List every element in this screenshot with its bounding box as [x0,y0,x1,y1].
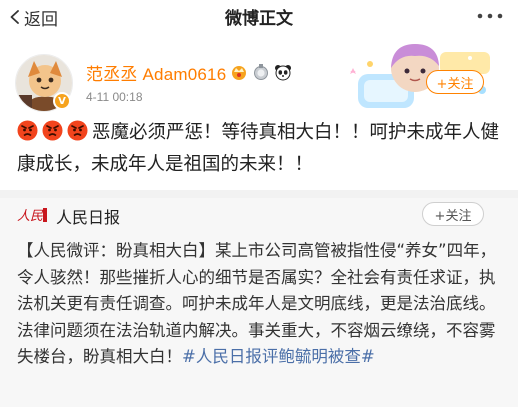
medal-badge-icon [254,64,269,80]
crown-badge-icon [232,66,247,80]
section-divider [0,190,518,198]
author-name[interactable]: 范丞丞 Adam0616 [86,60,226,85]
post-time: 4-11 00:18 [86,90,143,104]
angry-face-emoji-icon [67,120,88,141]
post-content: 恶魔必须严惩！等待真相大白！！呵护未成年人健康成长，未成年人是祖国的未来！！ [17,117,507,181]
repost-content: 【人民微评：盼真相大白】某上市公司高管被指性侵“养女”四年，令人骇然！那些摧折人… [17,238,505,371]
weibo-post: V 范丞丞 Adam0616 4-11 00:18 +关注 恶魔必须严惩！等待真… [0,40,518,190]
repost-follow-button[interactable]: +关注 [422,202,484,226]
panda-badge-icon [275,65,292,81]
follow-button[interactable]: +关注 [426,70,484,94]
repost-author-name[interactable]: 人民日报 [56,204,120,228]
reposted-weibo[interactable]: 人民 人民日报 +关注 【人民微评：盼真相大白】某上市公司高管被指性侵“养女”四… [0,198,518,407]
verified-badge-icon: V [53,92,71,110]
post-text: 恶魔必须严惩！等待真相大白！！呵护未成年人健康成长，未成年人是祖国的未来！！ [17,122,500,175]
hashtag-link[interactable]: #人民日报评鲍毓明被查# [182,347,375,366]
peoples-daily-logo-icon: 人民 [17,208,47,224]
angry-face-emoji-icon [42,120,63,141]
more-dots-icon[interactable] [472,6,508,26]
angry-face-emoji-icon [17,120,38,141]
nav-bar: 返回 微博正文 [0,0,518,34]
page-title: 微博正文 [225,9,293,29]
author-row: 范丞丞 Adam0616 [86,60,292,84]
svg-text:人民: 人民 [17,209,44,224]
